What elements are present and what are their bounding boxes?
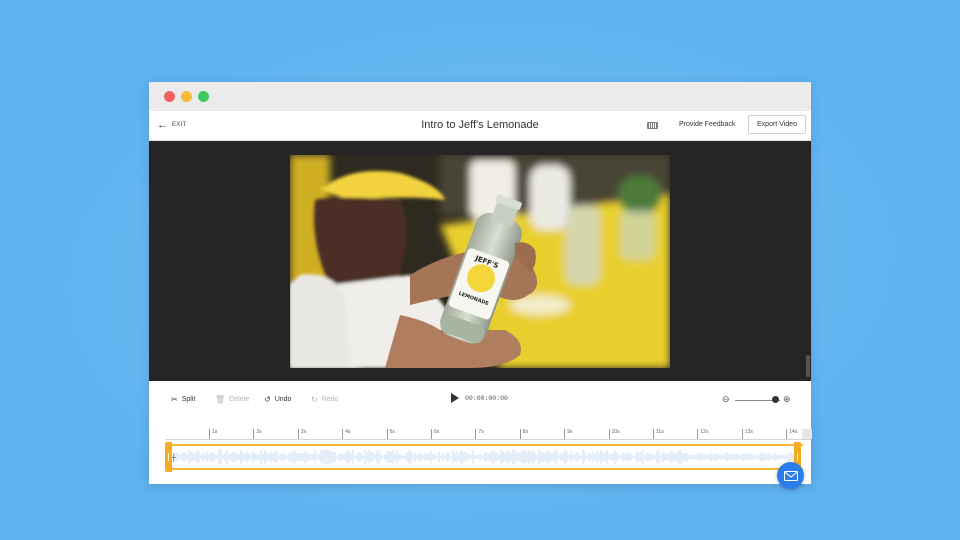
- clip-trim-handle-left[interactable]: [165, 442, 172, 472]
- timeline-tick-label: 6s: [434, 429, 440, 435]
- app-window: ← EXIT Intro to Jeff's Lemonade Provide …: [149, 82, 812, 489]
- timeline-tick-label: 5s: [389, 429, 395, 435]
- timeline-tick: 11s: [653, 429, 664, 439]
- timeline-tick: 12s: [697, 429, 708, 439]
- timeline-tick-label: 1s: [212, 429, 218, 435]
- video-still: JEFF'S LEMONADE: [290, 155, 670, 368]
- timeline-tick: 8s: [519, 429, 528, 439]
- player-scrollbar[interactable]: [806, 355, 810, 377]
- video-frame[interactable]: JEFF'S LEMONADE: [290, 155, 670, 368]
- redo-label: Redo: [321, 396, 339, 403]
- timeline-tick: 13s: [741, 429, 753, 439]
- minimize-window-button[interactable]: [181, 91, 192, 102]
- redo-button[interactable]: ↻ Redo: [311, 395, 338, 404]
- zoom-in-icon[interactable]: ⊕: [783, 394, 791, 405]
- keyboard-icon[interactable]: [647, 122, 658, 129]
- export-video-button[interactable]: Export Video: [748, 115, 806, 134]
- timeline-tick-label: 8s: [522, 429, 529, 435]
- timeline-tick: 2s: [253, 429, 262, 439]
- mail-icon: [783, 470, 798, 481]
- maximize-window-button[interactable]: [198, 91, 209, 102]
- timeline-tick-label: 2s: [256, 429, 262, 435]
- timeline-tick: 4s: [342, 429, 350, 439]
- timeline-tick: 7s: [475, 429, 484, 439]
- edit-toolbar: ✂ Split 🗑 Delete ↺ Undo ↻ Redo 00:00:00:…: [149, 387, 811, 413]
- audio-waveform: [174, 449, 796, 465]
- playback-controls: 00:00:00:00: [451, 393, 508, 403]
- redo-icon: ↻: [311, 395, 318, 404]
- trash-icon: 🗑: [215, 395, 226, 404]
- ruler-scroll-end: [802, 429, 812, 439]
- timeline-tick-label: 9s: [567, 429, 573, 435]
- timeline-ruler[interactable]: 1s 2s 3s 4s 5s 6s 7s 8s 9s 10s 11s 12s 13s 14s: [165, 429, 812, 440]
- video-player[interactable]: JEFF'S LEMONADE: [149, 141, 811, 381]
- timeline-tick: 9s: [564, 429, 572, 439]
- zoom-out-icon[interactable]: ⊖: [722, 394, 730, 405]
- play-icon[interactable]: [451, 393, 459, 403]
- chat-button[interactable]: [777, 462, 804, 489]
- timeline-tick-label: 12s: [700, 429, 709, 435]
- undo-icon: ↺: [264, 395, 271, 404]
- timeline-clip[interactable]: ┼: [165, 444, 803, 470]
- timeline-tick-label: 14s: [789, 429, 798, 435]
- timecode: 00:00:00:00: [465, 394, 508, 402]
- scissors-icon: ✂: [171, 395, 178, 404]
- timeline-tick-label: 10s: [611, 429, 620, 435]
- undo-button[interactable]: ↺ Undo: [264, 395, 291, 404]
- delete-label: Delete: [229, 396, 250, 403]
- timeline-tick-label: 3s: [300, 429, 307, 435]
- timeline-tick: 10s: [608, 429, 620, 439]
- timeline-tick-label: 11s: [656, 429, 664, 435]
- window-titlebar: [149, 82, 811, 111]
- timeline-tick: 3s: [297, 429, 306, 439]
- zoom-control: ⊖ ⊕: [722, 394, 794, 406]
- close-window-button[interactable]: [164, 91, 175, 102]
- provide-feedback-link[interactable]: Provide Feedback: [679, 121, 735, 128]
- undo-label: Undo: [274, 396, 292, 403]
- grip-icon: [797, 453, 798, 461]
- delete-button[interactable]: 🗑 Delete: [215, 395, 249, 404]
- timeline-tick: 6s: [431, 429, 439, 439]
- grip-icon: [168, 453, 169, 461]
- timeline-tick-label: 13s: [744, 429, 753, 435]
- split-label: Split: [181, 396, 196, 403]
- split-button[interactable]: ✂ Split: [171, 395, 195, 404]
- zoom-slider-knob[interactable]: [772, 396, 779, 403]
- timeline-tick-label: 4s: [345, 429, 351, 435]
- timeline-tick-label: 7s: [478, 429, 484, 435]
- app-header: ← EXIT Intro to Jeff's Lemonade Provide …: [149, 111, 811, 141]
- timeline-tick: 14s: [786, 429, 797, 439]
- timeline-tick: 5s: [386, 429, 395, 439]
- timeline-tick: 1s: [209, 429, 217, 439]
